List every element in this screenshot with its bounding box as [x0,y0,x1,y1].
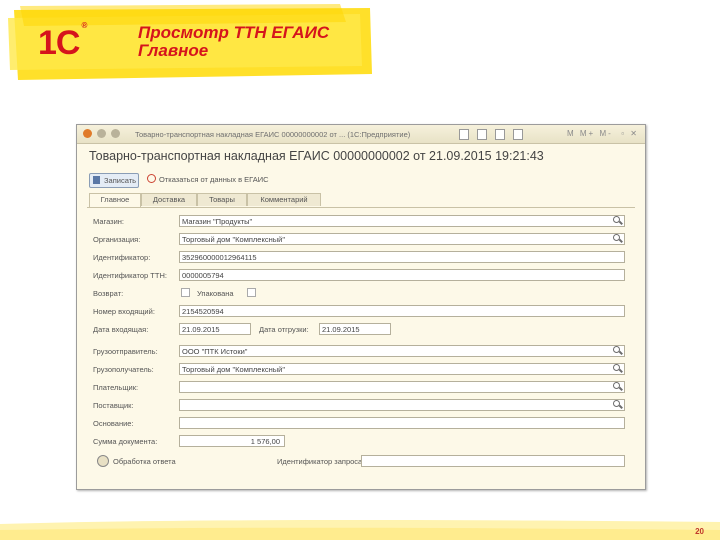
cancel-icon [147,174,156,183]
window-titlebar: Товарно-транспортная накладная ЕГАИС 000… [77,125,645,144]
basis-row: Основание: [93,417,629,431]
calc-icon[interactable] [495,129,505,140]
consignee-field[interactable]: Торговый дом "Комплексный" [179,363,625,375]
return-row: Возврат: Упакована [93,287,629,301]
search-icon[interactable] [613,382,622,391]
slide-header: 1С ® Просмотр ТТН ЕГАИС Главное [0,0,720,92]
org-row: Организация: Торговый дом "Комплексный" [93,233,629,247]
tab-comment[interactable]: Комментарий [247,193,321,206]
supplier-label: Поставщик: [93,401,134,410]
page-number: 20 [695,527,704,536]
incoming-num-label: Номер входящий: [93,307,155,316]
unpost-button[interactable]: Отказаться от данных в ЕГАИС [147,174,269,184]
search-icon[interactable] [613,364,622,373]
forward-icon[interactable] [111,129,120,138]
search-icon[interactable] [613,346,622,355]
processing-row: Обработка ответа Идентификатор запроса: [93,455,629,469]
incoming-num-row: Номер входящий: 2154520594 [93,305,629,319]
tab-goods[interactable]: Товары [197,193,247,206]
window-title: Товарно-транспортная накладная ЕГАИС 000… [135,130,411,139]
footer-yellow-band [0,520,720,540]
refresh-icon[interactable] [97,455,109,467]
payer-field[interactable] [179,381,625,393]
return-label: Возврат: [93,289,124,298]
doc-sum-label: Сумма документа: [93,437,158,446]
incoming-date-field[interactable]: 21.09.2015 [179,323,251,335]
brand-logo: 1С ® [38,20,87,62]
id-field[interactable]: 352960000012964115 [179,251,625,263]
return-checkbox[interactable] [181,288,190,297]
id-label: Идентификатор: [93,253,151,262]
ttn-id-label: Идентификатор ТТН: [93,271,167,280]
basis-label: Основание: [93,419,134,428]
document-window: Товарно-транспортная накладная ЕГАИС 000… [76,124,646,490]
org-label: Организация: [93,235,141,244]
consignee-row: Грузополучатель: Торговый дом "Комплексн… [93,363,629,377]
window-controls[interactable]: M M+ M- ▫ ✕ [567,129,639,138]
write-button[interactable]: Записать [89,173,139,188]
doc-sum-field: 1 576,00 [179,435,285,447]
payer-label: Плательщик: [93,383,139,392]
save-icon [93,176,100,184]
shop-row: Магазин: Магазин "Продукты" [93,215,629,229]
processing-label[interactable]: Обработка ответа [113,457,176,466]
search-icon[interactable] [613,234,622,243]
ttn-id-field[interactable]: 0000005794 [179,269,625,281]
org-field[interactable]: Торговый дом "Комплексный" [179,233,625,245]
shipper-field[interactable]: ООО "ПТК Истоки" [179,345,625,357]
search-icon[interactable] [613,216,622,225]
shop-label: Магазин: [93,217,125,226]
slide-title: Просмотр ТТН ЕГАИС Главное [138,24,329,60]
shop-field[interactable]: Магазин "Продукты" [179,215,625,227]
doc-sum-row: Сумма документа: 1 576,00 [93,435,629,449]
shipper-label: Грузоотправитель: [93,347,158,356]
packed-label: Упакована [197,289,234,298]
ship-date-field[interactable]: 21.09.2015 [319,323,391,335]
incoming-num-field[interactable]: 2154520594 [179,305,625,317]
supplier-row: Поставщик: [93,399,629,413]
consignee-label: Грузополучатель: [93,365,154,374]
header-yellow-brush [8,4,372,80]
shipper-row: Грузоотправитель: ООО "ПТК Истоки" [93,345,629,359]
tab-main[interactable]: Главное [89,193,141,207]
calendar-icon[interactable] [513,129,523,140]
basis-field[interactable] [179,417,625,429]
print-icon[interactable] [477,129,487,140]
back-icon[interactable] [97,129,106,138]
incoming-date-label: Дата входящая: [93,325,149,334]
tab-divider [87,207,635,208]
packed-checkbox[interactable] [247,288,256,297]
document-header: Товарно-транспортная накладная ЕГАИС 000… [89,149,544,163]
slide-title-line2: Главное [138,41,209,60]
slide-title-line1: Просмотр ТТН ЕГАИС [138,23,330,42]
dates-row: Дата входящая: 21.09.2015 Дата отгрузки:… [93,323,629,337]
link-icon[interactable] [459,129,469,140]
supplier-field[interactable] [179,399,625,411]
req-id-field[interactable] [361,455,625,467]
req-id-label: Идентификатор запроса: [277,457,365,466]
id-row: Идентификатор: 352960000012964115 [93,251,629,265]
app-menu-icon[interactable] [83,129,92,138]
ttn-id-row: Идентификатор ТТН: 0000005794 [93,269,629,283]
search-icon[interactable] [613,400,622,409]
ship-date-label: Дата отгрузки: [259,325,309,334]
tab-delivery[interactable]: Доставка [141,193,197,206]
payer-row: Плательщик: [93,381,629,395]
